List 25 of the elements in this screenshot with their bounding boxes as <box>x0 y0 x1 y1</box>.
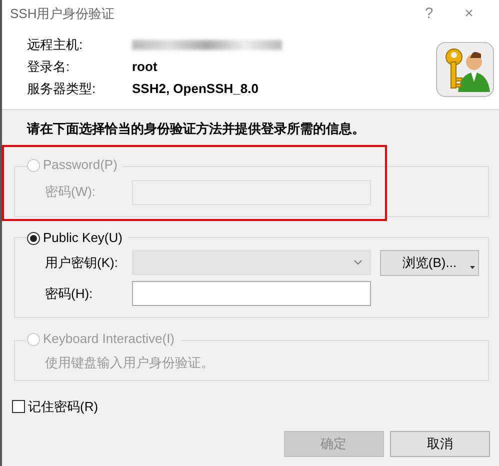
field-value: SSH2, OpenSSH_8.0 <box>132 80 258 98</box>
password-field[interactable] <box>132 281 371 306</box>
key-user-icon <box>436 42 494 97</box>
checkbox[interactable] <box>12 400 25 414</box>
help-button[interactable]: ? <box>409 2 449 26</box>
window-title: SSH用户身份验证 <box>10 5 116 24</box>
description-text: 使用键盘输入用户身份验证。 <box>44 354 215 372</box>
ok-button: 确定 <box>284 430 384 456</box>
field-label: 密码(H): <box>45 284 94 303</box>
radio-label: Password(P) <box>43 156 118 174</box>
field-value: root <box>132 58 158 76</box>
caret-icon <box>470 266 475 268</box>
radio-label: Keyboard Interactive(I) <box>43 330 175 348</box>
field-label: 密码(W): <box>45 183 97 202</box>
cancel-button[interactable]: 取消 <box>390 430 490 456</box>
radio-label: Public Key(U) <box>43 229 122 247</box>
field-label: 登录名: <box>27 58 71 76</box>
close-button[interactable]: × <box>449 2 489 26</box>
instruction-text: 请在下面选择恰当的身份验证方法并提供登录所需的信息。 <box>26 120 366 138</box>
radio-button[interactable] <box>27 232 40 244</box>
field-label: 服务器类型: <box>27 80 97 98</box>
checkbox-label: 记住密码(R) <box>28 398 98 416</box>
field-label: 用户密钥(K): <box>45 254 119 272</box>
chevron-down-icon <box>354 260 362 265</box>
field-label: 远程主机: <box>27 36 84 54</box>
